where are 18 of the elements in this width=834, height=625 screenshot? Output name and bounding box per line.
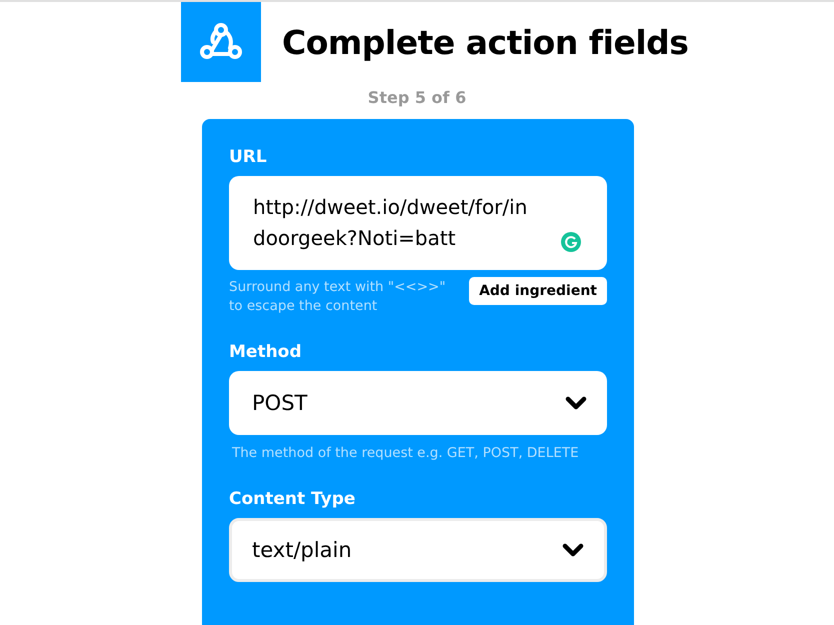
selected-value: text/plain <box>252 538 352 562</box>
url-field[interactable]: http://dweet.io/dweet/for/indoorgeek?Noti=batt <box>229 176 607 270</box>
chevron-down-icon <box>562 543 584 557</box>
selected-value: POST <box>252 391 308 415</box>
dropdown-field[interactable]: text/plain <box>229 518 607 582</box>
step-indicator: Step 5 of 6 <box>368 88 466 107</box>
field-label: Content Type <box>229 489 356 509</box>
dropdown-field[interactable]: POST <box>229 371 607 435</box>
helper-text: The method of the request e.g. GET, POST, DELETE <box>231 444 580 463</box>
field-label: Method <box>229 342 303 362</box>
add-ingredient-button[interactable]: Add ingredient <box>469 277 607 305</box>
webhook-icon <box>199 22 243 62</box>
page-title: Complete action fields <box>282 22 688 62</box>
field-label: URL <box>229 147 268 167</box>
chevron-down-icon <box>565 396 587 410</box>
helper-text: Surround any text with "<<>>" to escape the content <box>229 278 447 316</box>
grammar-checker-icon[interactable] <box>561 232 581 252</box>
field-value: http://dweet.io/dweet/for/indoorgeek?Noti=batt <box>253 194 528 252</box>
